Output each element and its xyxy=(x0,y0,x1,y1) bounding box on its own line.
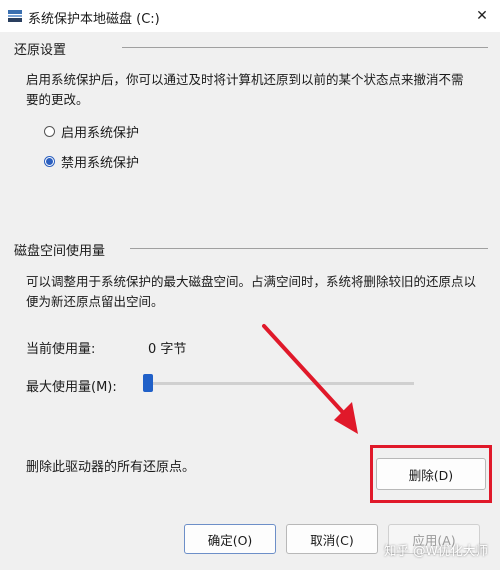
radio-disable-label: 禁用系统保护 xyxy=(61,156,140,171)
current-usage-value: 0 字节 xyxy=(148,342,187,357)
max-usage-label: 最大使用量(M): xyxy=(26,380,117,395)
close-icon: ✕ xyxy=(476,8,488,24)
current-usage-label: 当前使用量: xyxy=(26,342,96,357)
radio-button-checked[interactable] xyxy=(44,156,55,167)
system-protection-icon xyxy=(8,10,22,22)
disk-usage-divider xyxy=(130,248,488,249)
delete-restore-points-text: 删除此驱动器的所有还原点。 xyxy=(26,460,196,475)
close-button[interactable]: ✕ xyxy=(464,0,500,32)
watermark: 知乎 @W优化大师 xyxy=(384,543,488,558)
radio-disable-protection[interactable]: 禁用系统保护 xyxy=(44,152,139,171)
restore-settings-description: 启用系统保护后，你可以通过及时将计算机还原到以前的某个状态点来撤消不需要的更改。 xyxy=(26,72,464,107)
radio-enable-protection[interactable]: 启用系统保护 xyxy=(44,122,139,141)
radio-dot-icon xyxy=(46,158,53,165)
restore-settings-label: 还原设置 xyxy=(14,43,67,58)
disk-usage-label: 磁盘空间使用量 xyxy=(14,244,106,259)
window-title: 系统保护本地磁盘 (C:) xyxy=(28,12,160,27)
disk-usage-description: 可以调整用于系统保护的最大磁盘空间。占满空间时，系统将删除较旧的还原点以便为新还… xyxy=(26,274,477,309)
max-usage-slider-thumb[interactable] xyxy=(143,374,153,392)
ok-button[interactable]: 确定(O) xyxy=(184,524,276,554)
radio-enable-label: 启用系统保护 xyxy=(61,126,140,141)
cancel-button[interactable]: 取消(C) xyxy=(286,524,378,554)
red-arrow-annotation xyxy=(262,324,358,434)
red-highlight-box xyxy=(370,445,492,503)
radio-button-unchecked[interactable] xyxy=(44,126,55,137)
restore-settings-divider xyxy=(122,47,488,48)
